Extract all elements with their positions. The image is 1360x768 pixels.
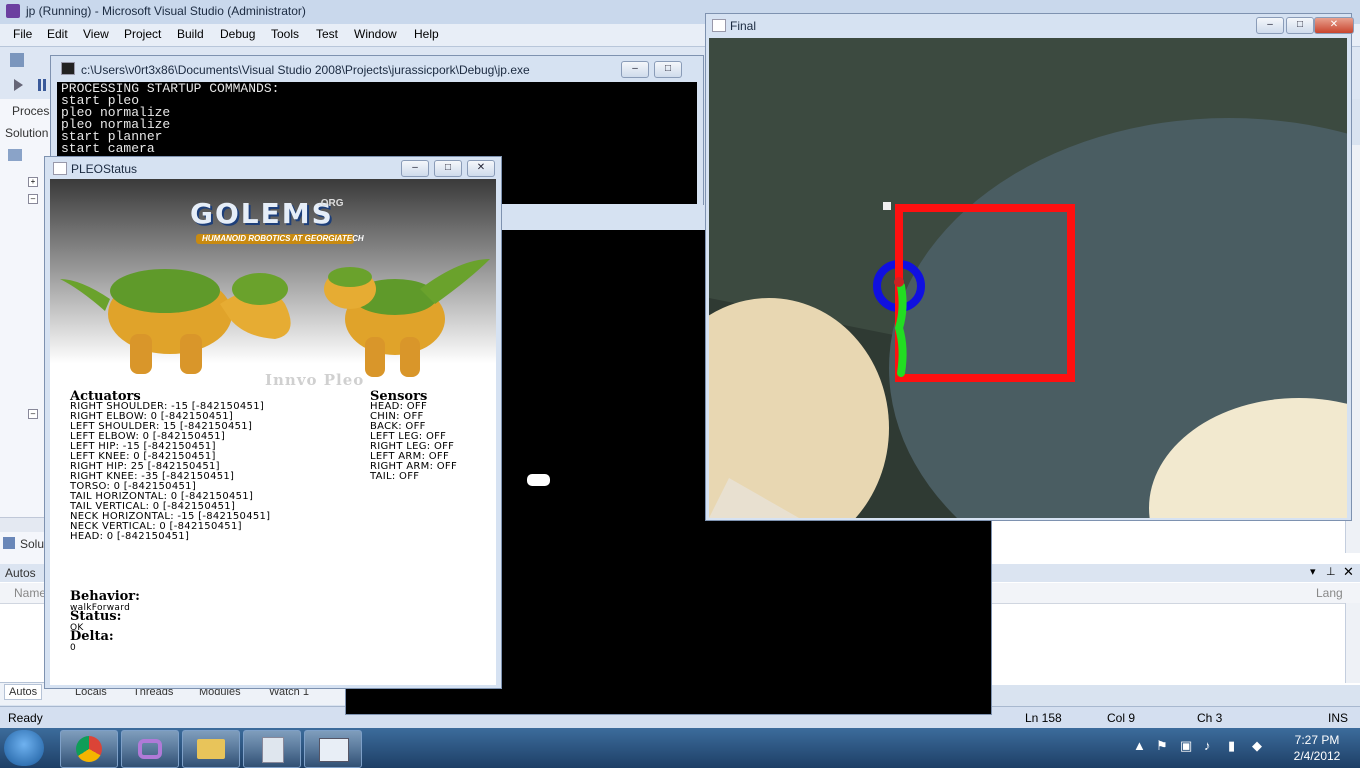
console-icon	[61, 62, 75, 75]
calculator-taskbar-button[interactable]	[243, 730, 301, 768]
final-camera-window: Final – □ ✕	[705, 13, 1354, 521]
vs-app-icon	[6, 4, 20, 18]
menu-build[interactable]: Build	[177, 27, 204, 41]
clock-time: 7:27 PM	[1294, 733, 1340, 747]
golems-org-text: .ORG	[318, 198, 344, 209]
menu-file[interactable]: File	[13, 27, 32, 41]
pleo-watermark: Innvo Pleo	[265, 371, 365, 389]
console-taskbar-button[interactable]	[304, 730, 362, 768]
tree-collapse-icon[interactable]: –	[28, 194, 38, 204]
editor-area-right	[990, 520, 1360, 564]
status-line: Ln 158	[1025, 711, 1062, 725]
menu-help[interactable]: Help	[414, 27, 439, 41]
vs-window-title: jp (Running) - Microsoft Visual Studio (…	[26, 4, 306, 18]
pleo-window-icon	[53, 162, 67, 175]
solution-tab[interactable]: Solu	[20, 537, 44, 551]
autos-vertical-scrollbar[interactable]	[1345, 603, 1360, 683]
status-label: Status:	[70, 609, 122, 624]
clock-date: 2/4/2012	[1293, 749, 1341, 763]
minimize-button[interactable]: –	[401, 160, 429, 177]
final-window-icon	[712, 19, 726, 32]
status-column: Col 9	[1107, 711, 1136, 725]
autos-title: Autos	[5, 566, 36, 580]
close-icon[interactable]: ✕	[1343, 564, 1354, 580]
tree-expand-icon[interactable]: +	[28, 177, 38, 187]
status-ready: Ready	[8, 711, 43, 725]
close-button[interactable]: ✕	[1314, 17, 1354, 34]
security-icon[interactable]: ◆	[1252, 738, 1262, 754]
robot-marker	[894, 277, 904, 287]
sensor-tail: TAIL: OFF	[370, 471, 420, 482]
network-icon[interactable]: ▮	[1228, 738, 1235, 754]
console-line: start camera	[61, 141, 155, 156]
name-column-header[interactable]: Name	[14, 586, 46, 600]
final-window-title: Final	[730, 19, 757, 33]
action-center-icon[interactable]: ⚑	[1156, 738, 1168, 754]
menu-view[interactable]: View	[83, 27, 109, 41]
minimize-button[interactable]: –	[621, 61, 649, 78]
new-item-icon[interactable]	[10, 53, 24, 67]
process-label: Process	[12, 104, 56, 118]
maximize-button[interactable]: □	[434, 160, 462, 177]
window-position-icon[interactable]: ▾	[1310, 565, 1316, 578]
menu-window[interactable]: Window	[354, 27, 397, 41]
minimize-button[interactable]: –	[1256, 17, 1284, 34]
camera-feed	[709, 38, 1347, 518]
maximize-button[interactable]: □	[1286, 17, 1314, 34]
menu-edit[interactable]: Edit	[47, 27, 68, 41]
pleo-status-window: PLEOStatus – □ ✕ GOLEMS .ORG HUMANOID RO…	[44, 156, 502, 689]
menu-project[interactable]: Project	[124, 27, 161, 41]
menu-debug[interactable]: Debug	[220, 27, 255, 41]
camera-scene	[709, 38, 1347, 518]
delta-label: Delta:	[70, 629, 114, 644]
path-trail	[894, 282, 907, 377]
visual-studio-icon	[138, 739, 162, 759]
device-icon[interactable]: ▣	[1180, 738, 1192, 754]
delta-value: 0	[70, 643, 77, 653]
chrome-taskbar-button[interactable]	[60, 730, 118, 768]
lang-column-header[interactable]: Lang	[1316, 586, 1343, 600]
menu-test[interactable]: Test	[316, 27, 338, 41]
detected-blob	[527, 474, 550, 486]
chrome-icon	[76, 736, 102, 762]
solution-explorer-tab[interactable]: Solution	[5, 126, 48, 140]
folder-icon	[197, 739, 225, 759]
window-icon	[319, 738, 349, 762]
pleo-window-title: PLEOStatus	[71, 162, 138, 176]
solution-icon	[3, 537, 15, 549]
pleo-dinosaurs-image	[60, 259, 490, 377]
properties-icon[interactable]	[8, 149, 22, 161]
horizontal-scrollbar[interactable]	[0, 517, 50, 532]
console-title: c:\Users\v0rt3x86\Documents\Visual Studi…	[81, 63, 530, 77]
status-char: Ch 3	[1197, 711, 1223, 725]
tab-autos[interactable]: Autos	[4, 684, 43, 700]
continue-icon[interactable]	[14, 79, 23, 91]
pleo-status-panel: GOLEMS .ORG HUMANOID ROBOTICS AT GEORGIA…	[50, 179, 496, 685]
tree-collapse-icon[interactable]: –	[28, 409, 38, 419]
actuator-head: HEAD: 0 [-842150451]	[70, 531, 190, 542]
volume-icon[interactable]: ♪	[1204, 738, 1211, 753]
pin-icon[interactable]: ⊥	[1326, 565, 1336, 578]
menu-tools[interactable]: Tools	[271, 27, 299, 41]
pause-icon[interactable]	[38, 79, 46, 91]
windows-taskbar: ▲ ⚑ ▣ ♪ ▮ ◆ 7:27 PM 2/4/2012	[0, 728, 1360, 768]
explorer-taskbar-button[interactable]	[182, 730, 240, 768]
show-hidden-icons[interactable]: ▲	[1133, 738, 1146, 753]
close-button[interactable]: ✕	[467, 160, 495, 177]
calculator-icon	[262, 737, 284, 763]
clock[interactable]: 7:27 PM 2/4/2012	[1280, 732, 1354, 764]
start-button[interactable]	[4, 730, 44, 766]
status-insert-mode: INS	[1328, 711, 1349, 725]
maximize-button[interactable]: □	[654, 61, 682, 78]
behavior-label: Behavior:	[70, 589, 140, 604]
visual-studio-taskbar-button[interactable]	[121, 730, 179, 768]
